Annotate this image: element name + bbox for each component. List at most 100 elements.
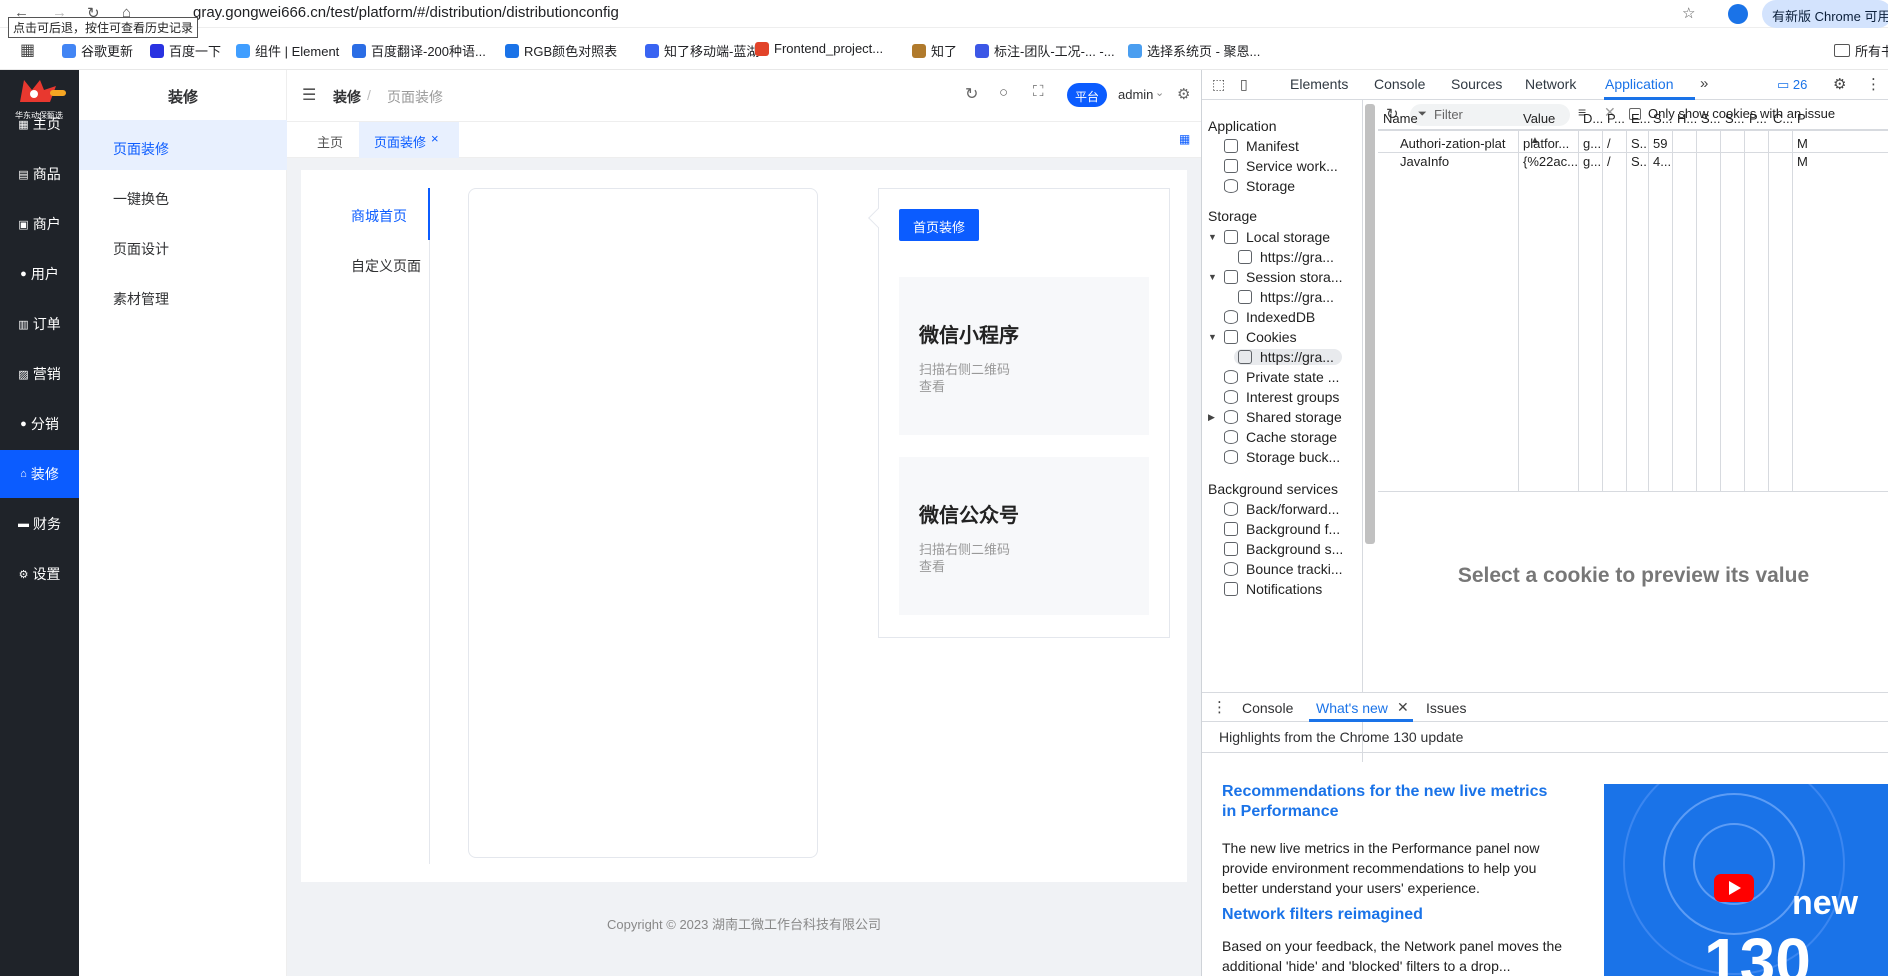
devtools-tab[interactable]: Elements [1290, 76, 1348, 92]
devtools-tab[interactable]: Sources [1451, 76, 1502, 92]
nav-item[interactable]: ▦ 主页 [0, 100, 79, 148]
table-cell[interactable]: / [1607, 154, 1611, 169]
table-cell[interactable]: platfor... [1523, 136, 1569, 151]
table-cell[interactable]: M [1797, 154, 1808, 169]
article-2-title[interactable]: Network filters reimagined [1222, 906, 1562, 924]
bookmark-item[interactable]: 选择系统页 - 聚恩... [1128, 41, 1260, 60]
sub-nav-item[interactable]: 一键换色 [79, 170, 287, 220]
table-cell[interactable]: S... [1631, 136, 1647, 151]
tree-item[interactable]: https://gra... [1234, 349, 1342, 365]
tree-item[interactable]: https://gra... [1238, 249, 1334, 265]
drawer-tab-issues[interactable]: Issues [1426, 700, 1466, 716]
page-tab-custom[interactable]: 自定义页面 [351, 256, 421, 276]
settings-gear-icon[interactable]: ⚙ [1177, 85, 1190, 103]
tree-scrollbar[interactable] [1365, 104, 1375, 544]
table-cell[interactable]: / [1607, 136, 1611, 151]
tree-item[interactable]: ▼ Cookies [1208, 329, 1297, 345]
column-header[interactable]: S... [1701, 111, 1721, 126]
more-tabs-icon[interactable]: » [1700, 75, 1708, 92]
tree-item[interactable]: IndexedDB [1224, 309, 1315, 325]
nav-item[interactable]: ● 用户 [0, 250, 79, 298]
table-cell[interactable]: g... [1583, 154, 1601, 169]
nav-item[interactable]: ▬ 财务 [0, 500, 79, 548]
column-header[interactable]: P [1797, 111, 1806, 126]
bookmark-item[interactable]: 标注-团队-工况-... -... [975, 41, 1115, 60]
tree-item[interactable]: https://gra... [1238, 289, 1334, 305]
platform-badge[interactable]: 平台 [1067, 83, 1107, 107]
user-name[interactable]: admin [1118, 87, 1153, 102]
expand-down-icon[interactable]: ▼ [1208, 232, 1217, 242]
tree-item[interactable]: Background s... [1224, 541, 1343, 557]
nav-item[interactable]: ⌂ 装修 [0, 450, 79, 498]
table-cell[interactable]: {%22ac... [1523, 154, 1577, 169]
bookmark-item[interactable]: 百度翻译-200种语... [352, 41, 486, 60]
tree-item[interactable]: ▼ Session stora... [1208, 269, 1343, 285]
chevron-down-icon[interactable]: ⌄ [1155, 86, 1164, 99]
table-cell[interactable]: S... [1631, 154, 1647, 169]
drawer-tab-whats-new[interactable]: What's new [1316, 700, 1388, 716]
tree-item[interactable]: Manifest [1224, 138, 1299, 154]
devtools-tab[interactable]: Network [1525, 76, 1576, 92]
nav-item[interactable]: ▥ 订单 [0, 300, 79, 348]
bookmark-item[interactable]: 知了 [912, 41, 957, 60]
expand-down-icon[interactable]: ▼ [1208, 332, 1217, 342]
tree-item[interactable]: Notifications [1224, 581, 1322, 597]
tree-item[interactable]: Background f... [1224, 521, 1340, 537]
nav-item[interactable]: ▨ 营销 [0, 350, 79, 398]
nav-item[interactable]: ● 分销 [0, 400, 79, 448]
tree-item[interactable]: Cache storage [1224, 429, 1337, 445]
issues-counter[interactable]: ▭ 26 [1777, 77, 1807, 93]
drawer-tab-console[interactable]: Console [1242, 700, 1293, 716]
sub-nav-item[interactable]: 页面设计 [79, 220, 287, 270]
table-cell[interactable]: 4... [1653, 154, 1671, 169]
tree-item[interactable]: Private state ... [1224, 369, 1339, 385]
page-tab-home[interactable]: 商城首页 [351, 206, 407, 226]
devtools-tab[interactable]: Console [1374, 76, 1425, 92]
tree-item[interactable]: ▼ Local storage [1208, 229, 1330, 245]
refresh-icon[interactable]: ↻ [965, 84, 978, 104]
inspect-element-icon[interactable]: ⬚ [1212, 76, 1225, 93]
drawer-menu-icon[interactable]: ⋮ [1212, 698, 1227, 716]
tab-close-icon[interactable]: × [431, 131, 439, 146]
kebab-menu-icon[interactable]: ⋮ [1866, 75, 1881, 93]
table-cell[interactable]: g... [1583, 136, 1601, 151]
edit-home-button[interactable]: 首页装修 [899, 209, 979, 241]
tree-item[interactable]: Service work... [1224, 158, 1338, 174]
tree-item[interactable]: Bounce tracki... [1224, 561, 1343, 577]
tree-item[interactable]: Interest groups [1224, 389, 1339, 405]
tree-item[interactable]: ▶ Shared storage [1208, 409, 1342, 425]
bookmarks-folder[interactable]: 所有书 [1834, 41, 1888, 60]
sub-nav-item[interactable]: 素材管理 [79, 270, 287, 320]
youtube-play-icon[interactable] [1714, 874, 1754, 902]
column-header[interactable]: P... [1749, 111, 1767, 126]
table-cell[interactable]: JavaInfo [1400, 154, 1449, 169]
column-header[interactable]: C... [1773, 111, 1793, 126]
column-header[interactable]: P... [1607, 111, 1625, 126]
fullscreen-icon[interactable]: ⛶ [1033, 83, 1044, 100]
expand-down-icon[interactable]: ▼ [1208, 272, 1217, 282]
search-icon[interactable]: ○ [999, 84, 1008, 101]
device-toolbar-icon[interactable]: ▯ [1240, 76, 1248, 93]
nav-item[interactable]: ▤ 商品 [0, 150, 79, 198]
chrome-update-button[interactable]: 有新版 Chrome 可用 [1762, 0, 1888, 28]
apps-grid-icon[interactable]: ▦ [20, 40, 35, 60]
menu-toggle-icon[interactable]: ☰ [302, 85, 316, 105]
article-1-title[interactable]: Recommendations for the new live metrics… [1222, 782, 1562, 822]
bookmark-item[interactable]: 谷歌更新 [62, 41, 133, 60]
expand-right-icon[interactable]: ▶ [1208, 412, 1216, 423]
column-header[interactable]: S... [1653, 111, 1673, 126]
tree-item[interactable]: Back/forward... [1224, 501, 1339, 517]
tree-item[interactable]: Storage [1224, 178, 1295, 194]
devtools-settings-icon[interactable]: ⚙ [1833, 75, 1846, 93]
tab-page-decoration[interactable]: 页面装修 × [359, 122, 459, 158]
column-header[interactable]: E... [1631, 111, 1651, 126]
address-bar[interactable]: gray.gongwei666.cn/test/platform/#/distr… [193, 4, 619, 21]
column-header[interactable]: Name [1383, 111, 1418, 126]
bookmark-item[interactable]: 知了移动端-蓝湖 [645, 41, 759, 60]
tab-home[interactable]: 主页 [317, 132, 343, 151]
tree-item[interactable]: Storage buck... [1224, 449, 1340, 465]
column-header[interactable]: D... [1583, 111, 1603, 126]
bookmark-item[interactable]: Frontend_project... [755, 41, 883, 56]
bookmark-item[interactable]: 百度一下 [150, 41, 221, 60]
table-cell[interactable]: 59 [1653, 136, 1667, 151]
